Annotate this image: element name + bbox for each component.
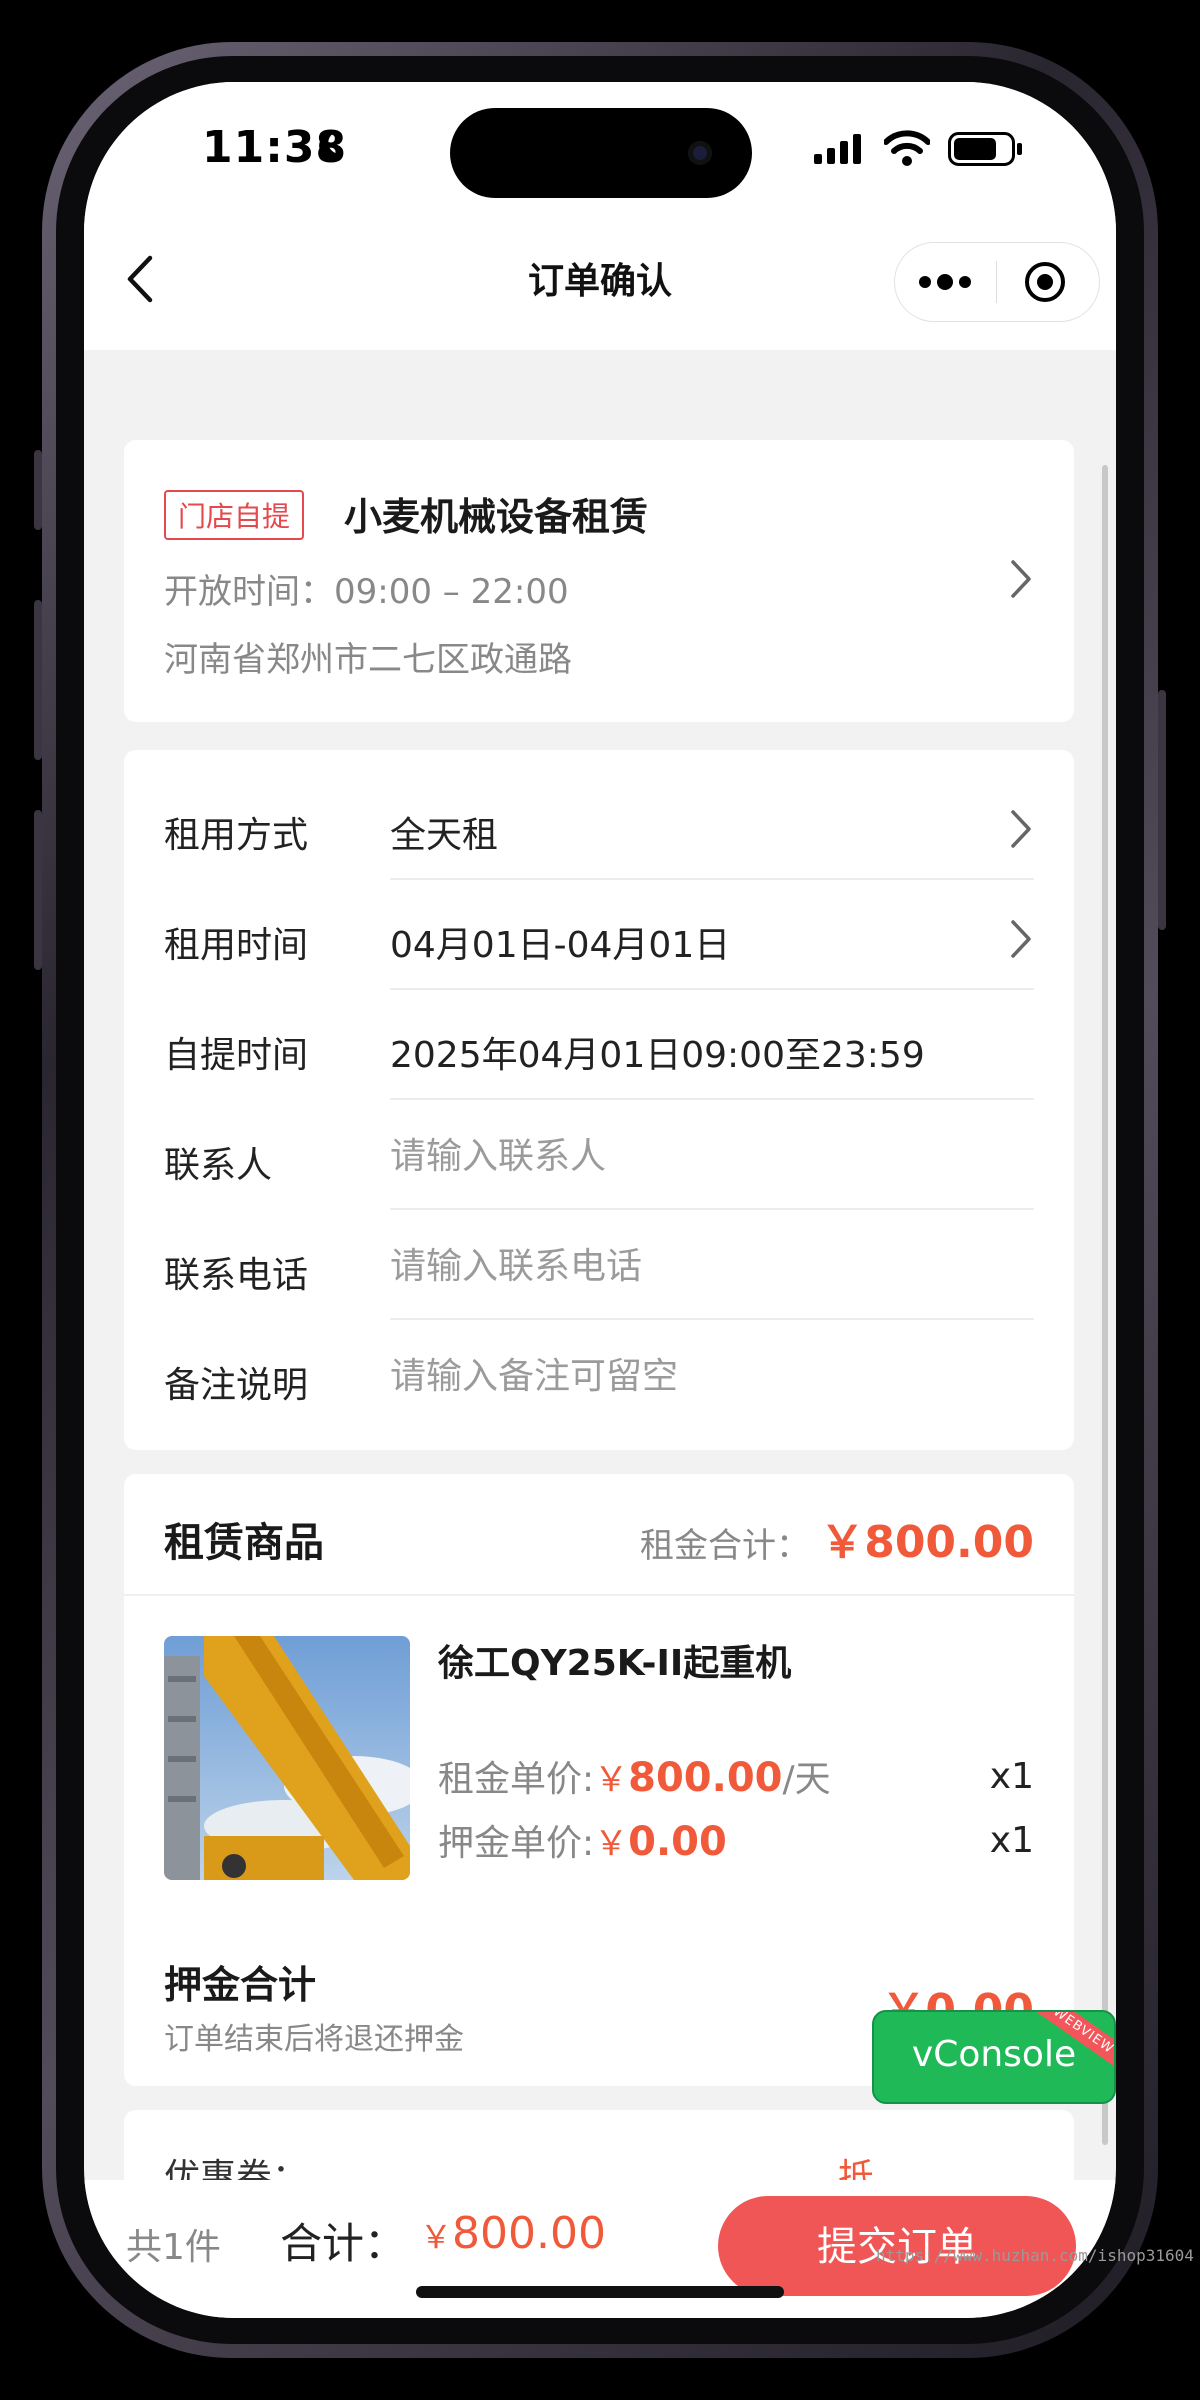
currency-symbol: ￥	[594, 1824, 629, 1864]
camera-icon	[688, 141, 712, 165]
watermark: https://www.huzhan.com/ishop31604	[876, 2246, 1194, 2265]
store-address: 河南省郑州市二七区政通路	[164, 640, 572, 680]
chevron-right-icon[interactable]	[1008, 558, 1034, 600]
deposit-price-value: 0.00	[628, 1819, 727, 1865]
currency-symbol: ￥	[594, 1760, 629, 1800]
rent-price-label: 租金单价:	[438, 1759, 595, 1800]
deposit-quantity: x1	[989, 1820, 1034, 1861]
rent-total-label: 租金合计：	[640, 1526, 810, 1566]
deposit-total-label: 押金合计	[164, 1963, 317, 2007]
chevron-right-icon	[1011, 810, 1031, 848]
wifi-icon	[884, 130, 930, 166]
side-button	[34, 600, 42, 760]
rental-goods-card: 租赁商品 租金合计： ￥800.00 徐工QY25K-II起重机 租金单价:￥8…	[124, 1474, 1074, 2086]
pickup-time-value: 2025年04月01日09:00至23:59	[390, 1035, 925, 1076]
contact-row: 联系人	[164, 1100, 1034, 1210]
remark-input[interactable]	[390, 1356, 1010, 1397]
currency-symbol: ￥	[420, 2218, 453, 2256]
contact-input[interactable]	[390, 1136, 1010, 1177]
side-button	[1158, 690, 1166, 930]
deposit-price-label: 押金单价:	[438, 1823, 595, 1864]
coupon-label: 优惠券：	[164, 2157, 309, 2180]
store-hours: 开放时间：09:00 – 22:00	[164, 572, 569, 612]
status-bar: 11:38	[84, 82, 1116, 212]
pickup-time-row: 自提时间 2025年04月01日09:00至23:59	[164, 990, 1034, 1100]
battery-icon	[948, 132, 1022, 166]
home-indicator	[416, 2286, 784, 2298]
phone-input[interactable]	[390, 1246, 1010, 1287]
contact-label: 联系人	[164, 1145, 273, 1186]
rent-price-value: 800.00	[628, 1755, 783, 1801]
target-icon[interactable]	[1023, 260, 1067, 304]
side-button	[34, 810, 42, 970]
total-amount: 800.00	[452, 2208, 606, 2259]
mini-program-capsule	[894, 242, 1100, 322]
deposit-unit-price: 押金单价:￥0.00	[438, 1814, 727, 1866]
vconsole-button[interactable]: vConsole WEBVIEW	[872, 2010, 1116, 2104]
screen: 11:38 订单确认 门店自提 小麦机械设备租赁 开放时间：09:00 – 22…	[84, 82, 1116, 2318]
store-card[interactable]: 门店自提 小麦机械设备租赁 开放时间：09:00 – 22:00 河南省郑州市二…	[124, 440, 1074, 722]
more-icon[interactable]	[917, 265, 973, 299]
chevron-right-icon	[1011, 920, 1031, 958]
deposit-note: 订单结束后将退还押金	[164, 2022, 464, 2057]
section-divider	[124, 1594, 1074, 1596]
rent-unit-price: 租金单价:￥800.00/天	[438, 1750, 831, 1802]
rental-form-card: 租用方式 全天租 租用时间 04月01日-04月01日 自提时间 2025年04…	[124, 750, 1074, 1450]
rental-time-row[interactable]: 租用时间 04月01日-04月01日	[164, 880, 1034, 990]
total-label: 合计：	[280, 2219, 407, 2268]
remark-row: 备注说明	[164, 1320, 1034, 1430]
signal-icon	[814, 134, 861, 164]
phone-label: 联系电话	[164, 1255, 309, 1296]
capsule-divider	[996, 261, 997, 303]
rental-mode-value: 全天租	[390, 815, 499, 856]
product-name: 徐工QY25K-II起重机	[438, 1643, 792, 1684]
coupon-value: 抵	[837, 2157, 874, 2180]
pickup-time-label: 自提时间	[164, 1035, 309, 1076]
rent-total-value: ￥800.00	[820, 1517, 1034, 1568]
rent-price-unit: /天	[782, 1759, 831, 1800]
remark-label: 备注说明	[164, 1365, 309, 1406]
nav-bar: 订单确认	[84, 212, 1116, 350]
rental-mode-row[interactable]: 租用方式 全天租	[164, 770, 1034, 880]
product-image[interactable]	[164, 1636, 410, 1880]
rental-time-value: 04月01日-04月01日	[390, 925, 731, 966]
rental-time-label: 租用时间	[164, 925, 309, 966]
pickup-tag: 门店自提	[164, 490, 305, 540]
item-count: 共1件	[126, 2227, 221, 2268]
rent-quantity: x1	[989, 1756, 1034, 1797]
side-button	[34, 450, 42, 530]
dynamic-island	[450, 108, 752, 198]
rental-mode-label: 租用方式	[164, 815, 309, 856]
phone-row: 联系电话	[164, 1210, 1034, 1320]
coupon-card[interactable]: 优惠券： 抵	[124, 2110, 1074, 2180]
goods-section-title: 租赁商品	[164, 1520, 324, 1566]
moon-icon	[319, 132, 343, 159]
store-name: 小麦机械设备租赁	[344, 495, 649, 539]
total-value: ￥800.00	[420, 2208, 606, 2259]
order-content[interactable]: 门店自提 小麦机械设备租赁 开放时间：09:00 – 22:00 河南省郑州市二…	[84, 350, 1116, 2180]
scrollbar[interactable]	[1102, 465, 1108, 2145]
